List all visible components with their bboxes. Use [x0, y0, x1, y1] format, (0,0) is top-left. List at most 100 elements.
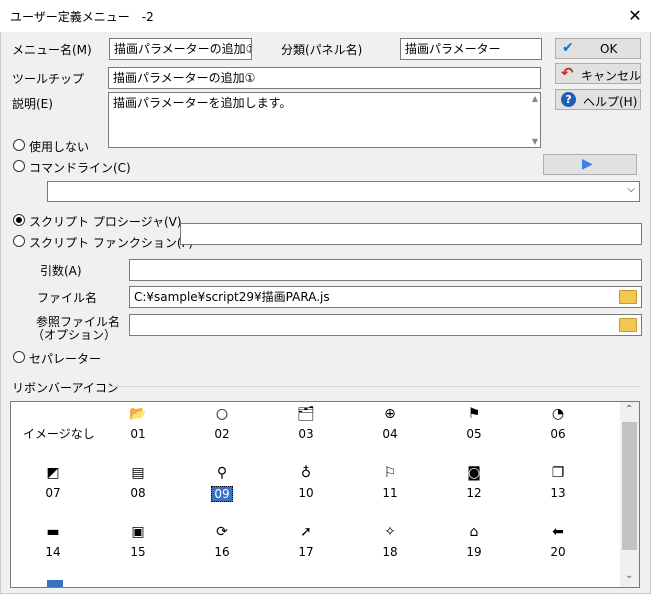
icon-option-15[interactable]: ▣ 15	[96, 522, 180, 578]
command-line-label: コマンドライン(C)	[29, 161, 131, 175]
icon-number-label: 12	[466, 486, 482, 500]
undo-icon: ↶	[561, 64, 574, 82]
icon-option-02[interactable]: ○ 02	[180, 404, 264, 460]
icon-option-04[interactable]: ⊕ 04	[348, 404, 432, 460]
play-icon: ▶	[582, 156, 593, 172]
description-text: 描画パラメーターを追加します。	[113, 96, 292, 110]
icon-number-label: 19	[466, 545, 482, 559]
command-line-radio[interactable]	[13, 160, 25, 172]
scroll-up-icon[interactable]: ▲	[532, 94, 538, 103]
help-label: ヘルプ(H)	[583, 95, 638, 109]
help-button[interactable]: ? ヘルプ(H)	[555, 89, 641, 110]
ribbon-group-label: リボンバーアイコン	[12, 381, 119, 395]
command-line-combobox[interactable]: ⌵	[47, 181, 640, 202]
flag-pen-icon: ⚑	[467, 406, 481, 422]
icon-number-label: 03	[298, 427, 314, 441]
scroll-thumb[interactable]	[622, 422, 637, 550]
ok-label: OK	[600, 42, 618, 56]
icon-number-label: 02	[214, 427, 230, 441]
icon-option-08[interactable]: ▤ 08	[96, 463, 180, 519]
icon-option-07[interactable]: ◩ 07	[11, 463, 95, 519]
menu-name-field[interactable]: 描画パラメーターの追加①	[109, 38, 252, 60]
icon-option-16[interactable]: ⟳ 16	[180, 522, 264, 578]
binoculars-icon: ⊕	[384, 406, 396, 422]
scroll-down-icon[interactable]: ⌄	[625, 570, 633, 581]
ref-file-option-label: （オプション）	[32, 328, 117, 342]
icon-option-06[interactable]: ◔ 06	[516, 404, 600, 460]
icon-option-13[interactable]: ❐ 13	[516, 463, 600, 519]
icon-number-label: 15	[130, 545, 146, 559]
args-field[interactable]	[129, 259, 642, 281]
icon-option-18[interactable]: ✧ 18	[348, 522, 432, 578]
group-divider	[108, 386, 641, 387]
icon-number-label: 17	[298, 545, 314, 559]
layers-icon: ❐	[551, 465, 565, 481]
folder-print-icon: 🗂	[297, 406, 315, 422]
arrow-box-icon: ⬅	[552, 524, 564, 540]
clock-icon: ◔	[551, 406, 565, 422]
ribbon-icon-list[interactable]: イメージなし 📂 01 ○ 02 🗂 03 ⊕ 04 ⚑ 05 ◔ 06 ◩ 07 ▤ 08 ⚲ 09 ♁ 10 ⚐ 11…	[10, 401, 640, 588]
flag-icon: ⚐	[383, 465, 397, 481]
run-button[interactable]: ▶	[543, 154, 637, 175]
help-icon: ?	[561, 92, 576, 107]
check-icon: ✔	[562, 40, 574, 56]
description-label: 説明(E)	[12, 97, 53, 111]
ref-file-field[interactable]	[129, 314, 642, 336]
browse-ref-file-button[interactable]	[617, 316, 639, 334]
file-path-text: C:¥sample¥script29¥描画PARA.js	[134, 290, 330, 304]
floppy-icon: ▣	[131, 524, 145, 540]
script-function-radio[interactable]	[13, 235, 25, 247]
separator-label: セパレーター	[29, 352, 102, 366]
cancel-button[interactable]: ↶ キャンセル	[555, 63, 641, 84]
close-icon[interactable]: ✕	[624, 5, 646, 27]
printer-icon: ▤	[131, 465, 145, 481]
unused-label: 使用しない	[29, 140, 90, 154]
folder-icon: ▬	[46, 524, 60, 540]
icon-number-label: 20	[550, 545, 566, 559]
window-title: ユーザー定義メニュー -2	[10, 10, 154, 24]
icon-number-label: 14	[45, 545, 61, 559]
icon-number-label: 07	[45, 486, 61, 500]
tooltip-label: ツールチップ	[12, 72, 85, 86]
icon-option-20[interactable]: ⬅ 20	[516, 522, 600, 578]
icon-option-10[interactable]: ♁ 10	[264, 463, 348, 519]
tooltip-field[interactable]: 描画パラメーターの追加①	[108, 67, 541, 89]
ok-button[interactable]: ✔ OK	[555, 38, 641, 59]
separator-radio[interactable]	[13, 351, 25, 363]
icon-option-17[interactable]: ➚ 17	[264, 522, 348, 578]
icon-number-label: 08	[130, 486, 146, 500]
category-field[interactable]: 描画パラメーター	[400, 38, 542, 60]
icon-number-label: 06	[550, 427, 566, 441]
scrollbar[interactable]: ⌃ ⌄	[620, 402, 639, 587]
icon-option-14[interactable]: ▬ 14	[11, 522, 95, 578]
file-field[interactable]: C:¥sample¥script29¥描画PARA.js	[129, 286, 642, 308]
bulb-icon: ♁	[300, 465, 312, 481]
chevron-down-icon[interactable]: ⌵	[627, 184, 635, 195]
icon-option-11[interactable]: ⚐ 11	[348, 463, 432, 519]
scroll-up-icon[interactable]: ⌃	[625, 404, 633, 415]
icon-option-12[interactable]: ◙ 12	[432, 463, 516, 519]
unused-radio[interactable]	[13, 139, 25, 151]
camera-icon: ◙	[467, 465, 481, 481]
no-image-option[interactable]: イメージなし	[23, 425, 95, 442]
icon-option-19[interactable]: ⌂ 19	[432, 522, 516, 578]
scroll-down-icon[interactable]: ▼	[532, 137, 538, 146]
category-label: 分類(パネル名)	[281, 43, 363, 57]
partial-row-icon	[47, 580, 63, 587]
folder-open-icon: 📂	[129, 406, 147, 422]
folder-icon	[619, 290, 637, 304]
icon-option-03[interactable]: 🗂 03	[264, 404, 348, 460]
browse-file-button[interactable]	[617, 288, 639, 306]
icon-number-label: 05	[466, 427, 482, 441]
cursor-star-icon: ✧	[384, 524, 396, 540]
script-function-field[interactable]	[180, 223, 642, 245]
script-procedure-radio[interactable]	[13, 214, 25, 226]
menu-name-label: メニュー名(M)	[12, 43, 92, 57]
gradient-icon: ◩	[46, 465, 60, 481]
icon-option-05[interactable]: ⚑ 05	[432, 404, 516, 460]
icon-number-label: 04	[382, 427, 398, 441]
icon-option-01[interactable]: 📂 01	[96, 404, 180, 460]
description-textarea[interactable]: 描画パラメーターを追加します。 ▲ ▼	[108, 92, 541, 148]
icon-number-label: 16	[214, 545, 230, 559]
icon-option-09[interactable]: ⚲ 09	[180, 463, 264, 519]
